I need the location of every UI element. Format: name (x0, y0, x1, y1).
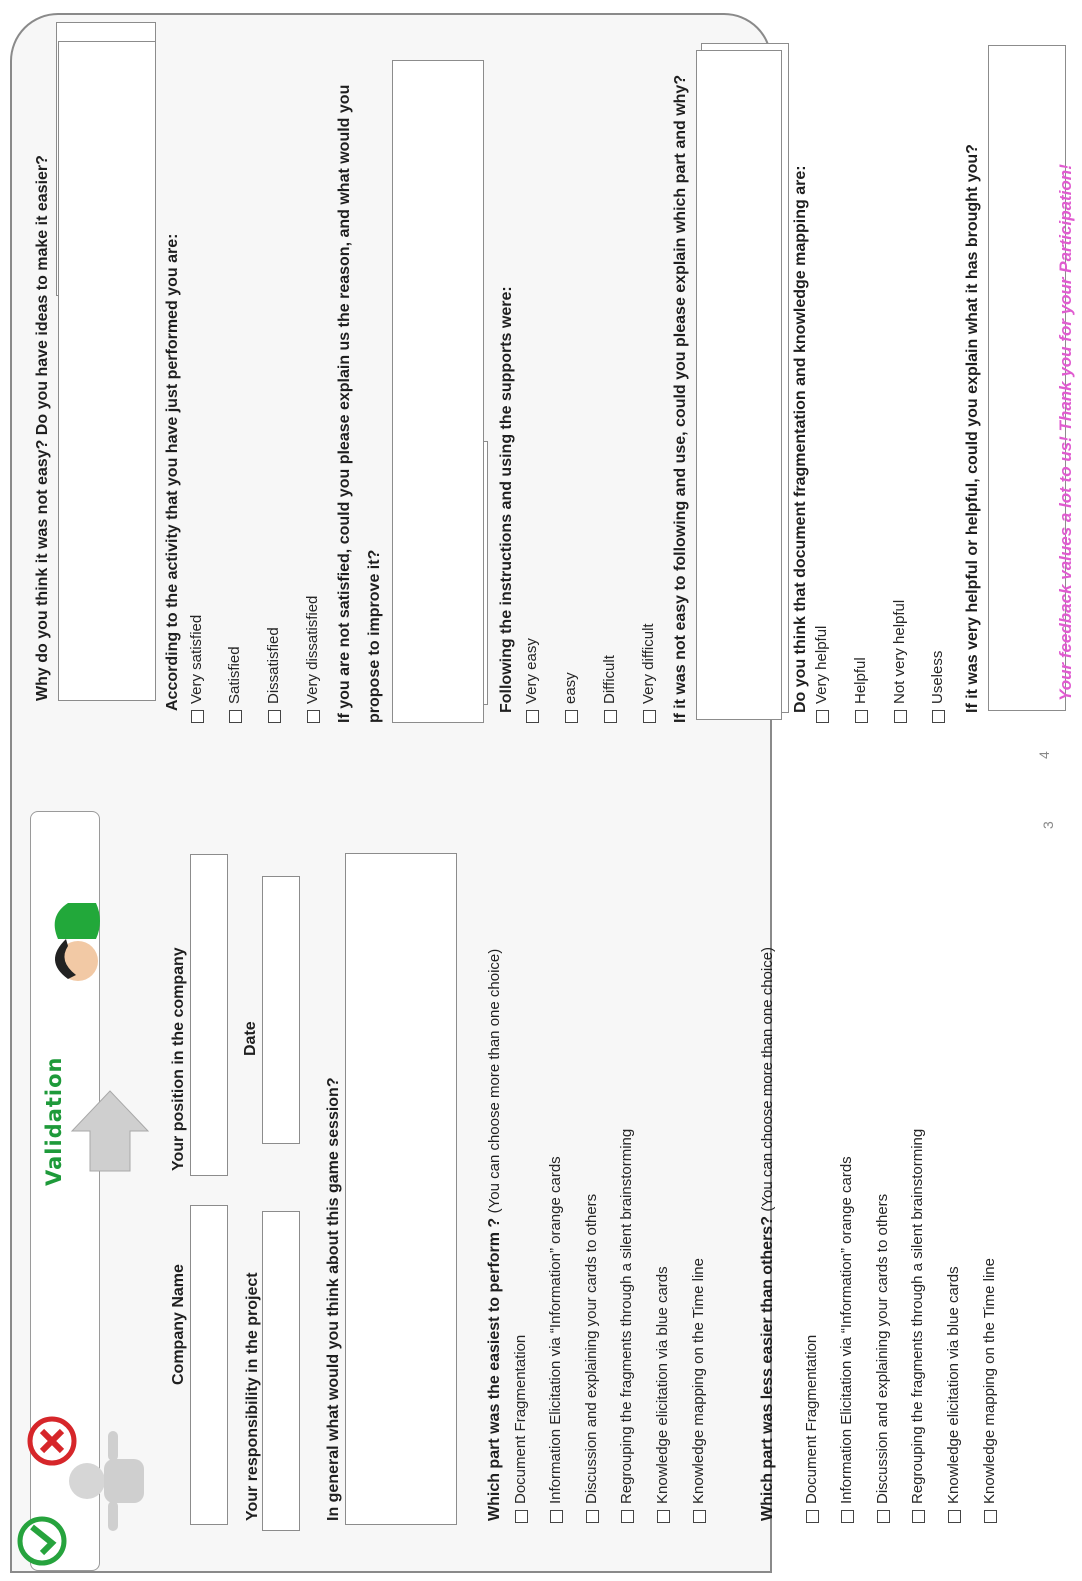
general-opinion-label: In general what would you think about th… (325, 1077, 342, 1521)
helpful-explain-textarea[interactable] (988, 45, 1066, 711)
checkbox[interactable] (228, 710, 242, 723)
responsibility-input[interactable] (262, 1211, 300, 1531)
q-helpful-title: Do you think that document fragmentation… (792, 165, 809, 713)
validation-title: Validation (42, 1056, 66, 1187)
opt-difficult[interactable]: Difficult (601, 655, 619, 723)
checkbox[interactable] (267, 710, 281, 723)
date-label: Date (242, 1021, 259, 1056)
person-icon (54, 903, 100, 981)
position-input[interactable] (190, 854, 228, 1176)
thanks-message: Your feedback values a lot to us! Thank … (1056, 164, 1075, 701)
checkbox[interactable] (656, 1510, 670, 1523)
checkbox[interactable] (549, 1510, 563, 1523)
decision-figure-icon (17, 1416, 144, 1566)
checkbox[interactable] (854, 710, 868, 723)
less-easy-opt-6[interactable]: Knowledge mapping on the Time line (981, 1258, 999, 1523)
easiest-opt-4[interactable]: Regrouping the fragments through a silen… (618, 1129, 636, 1523)
checkbox[interactable] (947, 1510, 961, 1523)
checkbox[interactable] (815, 710, 829, 723)
checkbox[interactable] (692, 1510, 706, 1523)
opt-satisfied[interactable]: Satisfied (226, 646, 244, 723)
q-why-not-easy: Why do you think it was not easy? Do you… (34, 155, 51, 701)
opt-very-easy[interactable]: Very easy (523, 638, 541, 723)
checkbox[interactable] (931, 710, 945, 723)
checkbox[interactable] (306, 710, 320, 723)
easiest-opt-3[interactable]: Discussion and explaining your cards to … (583, 1194, 601, 1523)
q-less-easy-title: Which part was less easier than others? … (759, 946, 776, 1521)
responsibility-label: Your responsibility in the project (244, 1272, 261, 1521)
q-instructions-title: Following the instructions and using the… (498, 286, 515, 713)
general-opinion-textarea[interactable] (345, 853, 457, 1525)
date-input[interactable] (262, 876, 300, 1144)
easiest-opt-6[interactable]: Knowledge mapping on the Time line (690, 1258, 708, 1523)
easiest-opt-2[interactable]: Information Elicitation via “Information… (547, 1156, 565, 1523)
opt-useless[interactable]: Useless (929, 651, 947, 723)
q-not-satisfied-line1: If you are not satisfied, could you plea… (336, 84, 353, 723)
less-easy-opt-3[interactable]: Discussion and explaining your cards to … (874, 1194, 892, 1523)
why-not-easy-textarea[interactable] (58, 41, 156, 701)
less-easy-opt-5[interactable]: Knowledge elicitation via blue cards (945, 1266, 963, 1523)
opt-very-dissatisfied[interactable]: Very dissatisfied (304, 596, 322, 723)
checkbox[interactable] (525, 710, 539, 723)
q-not-satisfied-line2: propose to improve it? (366, 549, 383, 723)
page-number-4: 4 (1036, 751, 1052, 759)
checkbox[interactable] (190, 710, 204, 723)
not-satisfied-textarea[interactable] (392, 60, 484, 723)
opt-dissatisfied[interactable]: Dissatisfied (265, 627, 283, 723)
checkbox[interactable] (983, 1510, 997, 1523)
checkbox[interactable] (876, 1510, 890, 1523)
opt-not-very-helpful[interactable]: Not very helpful (891, 600, 909, 723)
checkbox[interactable] (514, 1510, 528, 1523)
page-number-3: 3 (1040, 821, 1056, 829)
checkbox[interactable] (642, 710, 656, 723)
not-easy-explain-textarea[interactable] (696, 50, 782, 720)
easiest-opt-1[interactable]: Document Fragmentation (512, 1335, 530, 1523)
arrow-icon (70, 1090, 150, 1172)
less-easy-opt-1[interactable]: Document Fragmentation (803, 1335, 821, 1523)
checkbox[interactable] (893, 710, 907, 723)
opt-very-difficult[interactable]: Very difficult (640, 623, 658, 723)
position-label: Your position in the company (170, 947, 187, 1171)
checkbox[interactable] (603, 710, 617, 723)
rotated-document: Why do you think it was not easy? Do you… (0, 0, 1082, 1581)
checkbox[interactable] (805, 1510, 819, 1523)
opt-easy[interactable]: easy (562, 672, 580, 723)
opt-very-helpful[interactable]: Very helpful (813, 626, 831, 723)
q-satisfaction-title: According to the activity that you have … (164, 233, 181, 711)
q-not-easy-explain: If it was not easy to following and use,… (672, 74, 689, 723)
checkbox[interactable] (564, 710, 578, 723)
less-easy-opt-4[interactable]: Regrouping the fragments through a silen… (909, 1129, 927, 1523)
less-easy-opt-2[interactable]: Information Elicitation via “Information… (838, 1156, 856, 1523)
checkbox[interactable] (840, 1510, 854, 1523)
checkbox[interactable] (620, 1510, 634, 1523)
easiest-opt-5[interactable]: Knowledge elicitation via blue cards (654, 1266, 672, 1523)
q-helpful-explain: If it was very helpful or helpful, could… (964, 144, 981, 713)
checkbox[interactable] (911, 1510, 925, 1523)
opt-helpful[interactable]: Helpful (852, 657, 870, 723)
checkbox[interactable] (585, 1510, 599, 1523)
company-name-label: Company Name (170, 1264, 187, 1385)
q-easiest-title: Which part was the easiest to perform ? … (486, 948, 503, 1521)
company-name-input[interactable] (190, 1205, 228, 1525)
opt-very-satisfied[interactable]: Very satisfied (188, 615, 206, 723)
